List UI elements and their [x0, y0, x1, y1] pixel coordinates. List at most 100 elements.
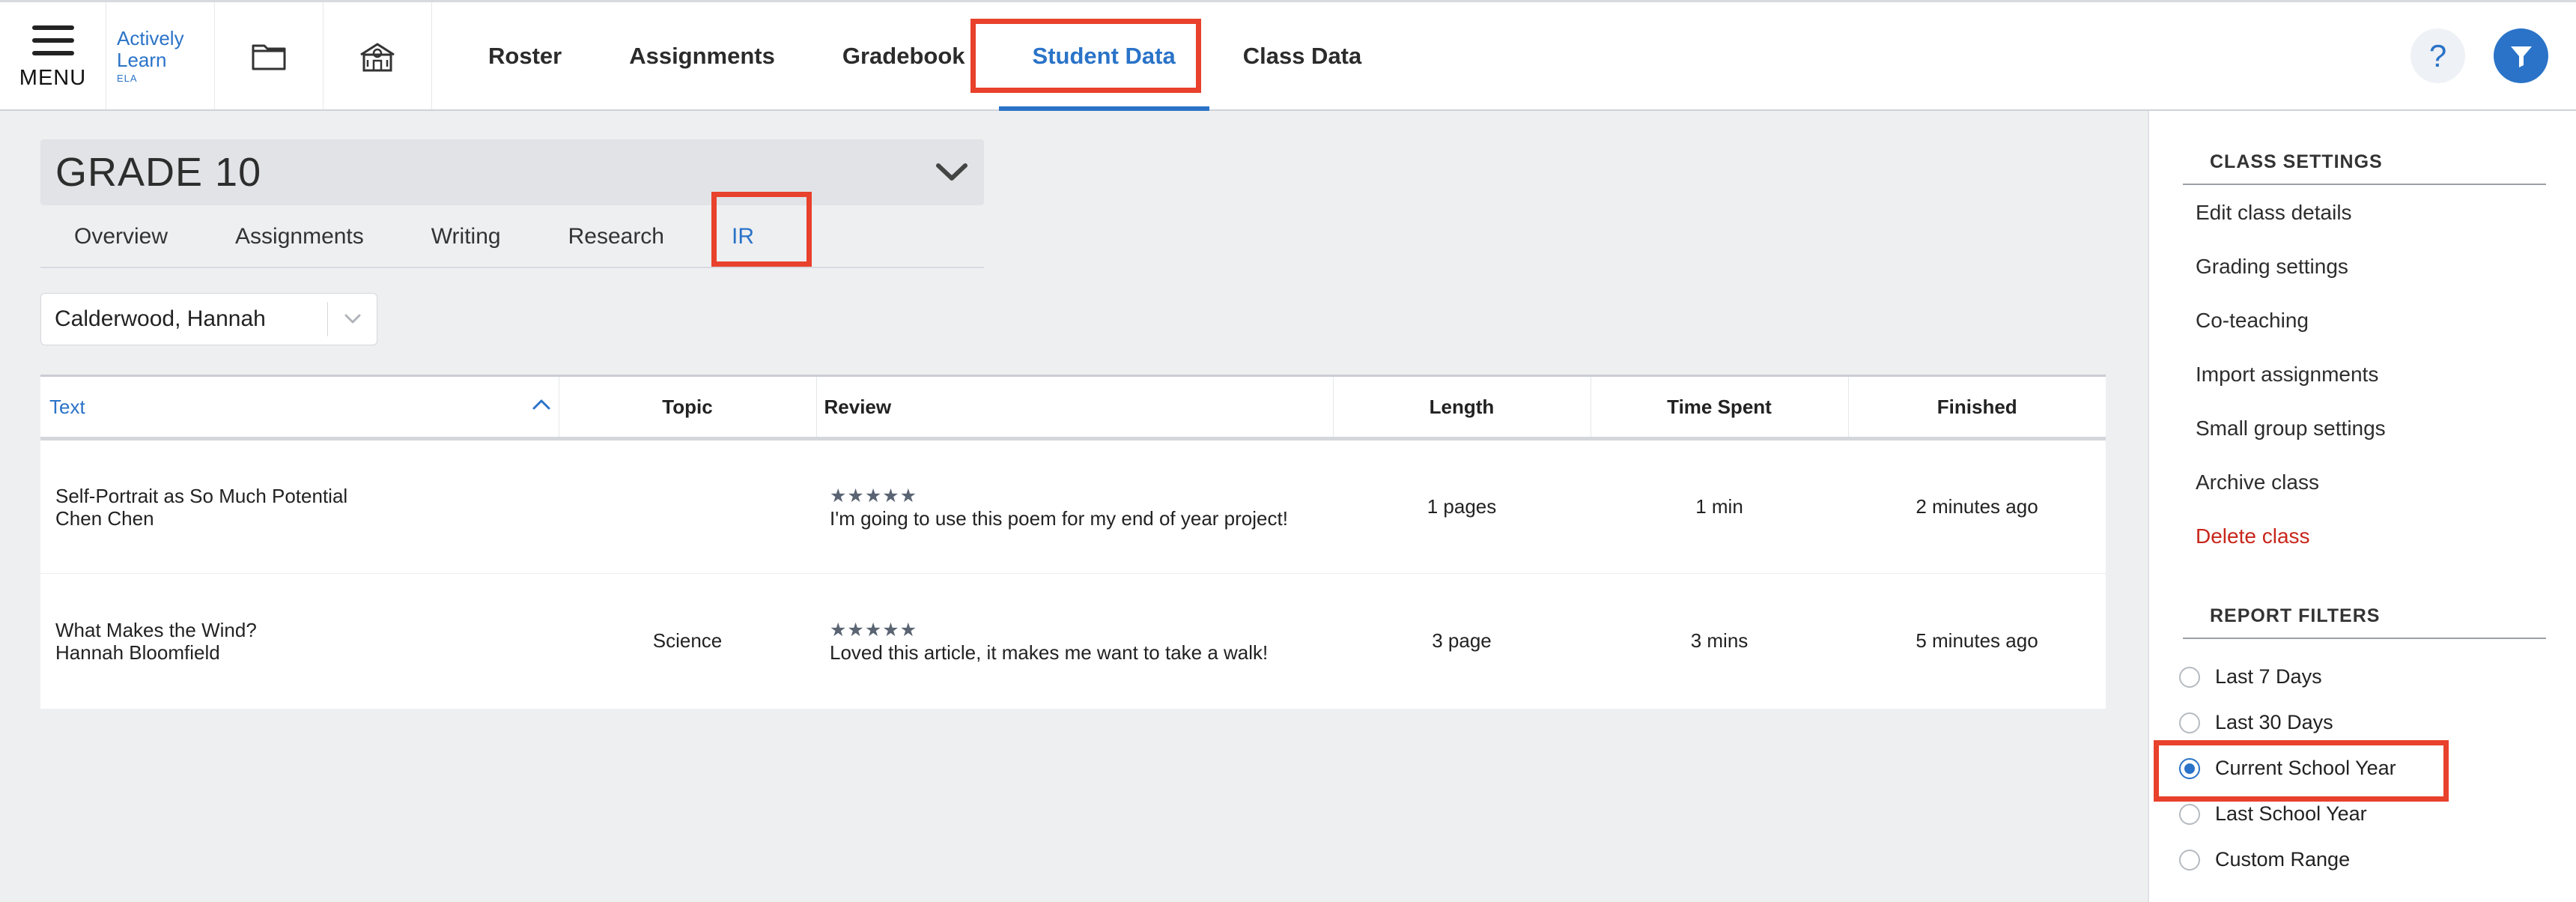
filter-custom-range[interactable]: Custom Range	[2179, 848, 2350, 871]
small-group-settings-link[interactable]: Small group settings	[2196, 417, 2386, 441]
table-row[interactable]: What Makes the Wind? Hannah Bloomfield S…	[40, 574, 2106, 709]
star-rating: ★★★★★	[830, 619, 918, 641]
help-button[interactable]: ?	[2411, 28, 2465, 83]
import-assignments-link[interactable]: Import assignments	[2196, 363, 2378, 387]
grade-selector[interactable]: GRADE 10	[40, 139, 984, 205]
review-text: I'm going to use this poem for my end of…	[830, 506, 1288, 530]
filter-last-7-days[interactable]: Last 7 Days	[2179, 665, 2322, 688]
subtab-overview[interactable]: Overview	[40, 207, 201, 267]
radio-label: Last School Year	[2215, 802, 2367, 825]
library-button[interactable]	[215, 2, 323, 109]
nav-tab-class-data[interactable]: Class Data	[1209, 2, 1396, 109]
nav-tab-label: Assignments	[629, 42, 775, 69]
grading-settings-link[interactable]: Grading settings	[2196, 255, 2348, 279]
chevron-down-icon	[344, 314, 360, 324]
co-teaching-link[interactable]: Co-teaching	[2196, 309, 2309, 333]
cell-finished: 5 minutes ago	[1916, 629, 2038, 653]
logo-line-2: Learn	[117, 49, 167, 71]
cell-length: 3 page	[1432, 629, 1492, 653]
filter-last-school-year[interactable]: Last School Year	[2179, 802, 2367, 826]
column-header-finished[interactable]: Finished	[1848, 375, 2106, 441]
logo-line-1: Actively	[117, 27, 184, 49]
hamburger-icon	[31, 25, 74, 55]
radio-button[interactable]	[2179, 849, 2200, 871]
text-author: Hannah Bloomfield	[55, 641, 220, 664]
main-content: GRADE 10 Overview Assignments Writing Re…	[0, 111, 2148, 902]
column-header-length[interactable]: Length	[1333, 375, 1591, 441]
subtab-label: Overview	[74, 224, 168, 249]
star-rating: ★★★★★	[830, 485, 918, 506]
menu-label: MENU	[19, 66, 87, 90]
subtab-label: Research	[568, 224, 664, 249]
student-select[interactable]: Calderwood, Hannah	[40, 293, 377, 345]
subtab-label: IR	[732, 224, 754, 249]
cell-review: ★★★★★ Loved this article, it makes me wa…	[816, 574, 1333, 709]
radio-button[interactable]	[2179, 803, 2200, 825]
filter-last-30-days[interactable]: Last 30 Days	[2179, 711, 2333, 734]
radio-label: Last 7 Days	[2215, 665, 2322, 688]
text-title: Self-Portrait as So Much Potential	[55, 484, 348, 507]
select-arrow	[327, 302, 377, 336]
nav-tab-assignments[interactable]: Assignments	[595, 2, 809, 109]
class-settings-sidebar: CLASS SETTINGS Edit class details Gradin…	[2148, 111, 2576, 902]
school-button[interactable]	[323, 2, 432, 109]
table-header-row: Text Topic Review Length Time Spent Fini…	[40, 375, 2106, 441]
nav-tab-roster[interactable]: Roster	[455, 2, 595, 109]
archive-class-link[interactable]: Archive class	[2196, 470, 2319, 494]
subtab-writing[interactable]: Writing	[398, 207, 535, 267]
cell-review: ★★★★★ I'm going to use this poem for my …	[816, 438, 1333, 574]
column-header-review[interactable]: Review	[816, 375, 1334, 441]
actively-learn-logo[interactable]: Actively Learn ELA	[106, 2, 215, 109]
radio-label: Custom Range	[2215, 848, 2351, 871]
cell-topic	[559, 438, 816, 574]
main-nav-tabs: Roster Assignments Gradebook Student Dat…	[455, 2, 1396, 111]
nav-tab-label: Student Data	[1032, 42, 1176, 69]
school-icon	[360, 43, 395, 71]
review-text: Loved this article, it makes me want to …	[830, 641, 1269, 664]
nav-tab-student-data[interactable]: Student Data	[998, 2, 1209, 111]
text-title: What Makes the Wind?	[55, 618, 257, 641]
subtab-label: Assignments	[235, 224, 364, 249]
nav-tab-label: Roster	[488, 42, 562, 69]
subtab-research[interactable]: Research	[535, 207, 698, 267]
grade-title: GRADE 10	[55, 150, 262, 195]
column-header-topic[interactable]: Topic	[559, 375, 817, 441]
column-header-text[interactable]: Text	[40, 375, 559, 441]
subtab-assignments[interactable]: Assignments	[201, 207, 398, 267]
edit-class-details-link[interactable]: Edit class details	[2196, 201, 2352, 225]
radio-button[interactable]	[2179, 666, 2200, 688]
nav-tab-gradebook[interactable]: Gradebook	[809, 2, 999, 109]
cell-time-spent: 1 min	[1591, 438, 1848, 574]
filter-icon	[2510, 46, 2532, 67]
help-icon: ?	[2428, 37, 2447, 73]
nav-tab-label: Class Data	[1242, 42, 1362, 69]
column-header-label: Length	[1429, 395, 1495, 418]
menu-button[interactable]: MENU	[0, 2, 106, 109]
nav-tab-label: Gradebook	[842, 42, 965, 69]
radio-button[interactable]	[2179, 712, 2200, 733]
cell-finished: 2 minutes ago	[1848, 438, 2106, 574]
table-row[interactable]: Self-Portrait as So Much Potential Chen …	[40, 438, 2106, 574]
filter-current-school-year[interactable]: Current School Year	[2179, 757, 2396, 780]
cell-time-spent: 3 mins	[1690, 629, 1749, 653]
column-header-label: Topic	[662, 395, 713, 418]
subtab-ir[interactable]: IR	[698, 207, 788, 267]
topbar-actions: ?	[2411, 2, 2576, 109]
radio-label: Last 30 Days	[2215, 711, 2333, 733]
column-header-label: Time Spent	[1667, 395, 1772, 418]
student-select-value: Calderwood, Hannah	[55, 306, 266, 331]
sort-ascending-icon	[532, 399, 550, 410]
cell-length: 1 pages	[1333, 438, 1591, 574]
delete-class-link[interactable]: Delete class	[2196, 524, 2310, 548]
class-settings-heading: CLASS SETTINGS	[2183, 151, 2546, 185]
report-filters-heading: REPORT FILTERS	[2183, 605, 2546, 639]
radio-label: Current School Year	[2215, 757, 2396, 779]
student-data-subtabs: Overview Assignments Writing Research IR	[40, 207, 984, 268]
filter-button[interactable]	[2494, 28, 2548, 83]
cell-text: What Makes the Wind? Hannah Bloomfield	[40, 574, 559, 709]
chevron-down-icon	[936, 163, 967, 181]
radio-button-selected[interactable]	[2179, 757, 2200, 779]
text-author: Chen Chen	[55, 506, 154, 530]
logo-subtitle: ELA	[117, 73, 138, 84]
column-header-time-spent[interactable]: Time Spent	[1591, 375, 1849, 441]
